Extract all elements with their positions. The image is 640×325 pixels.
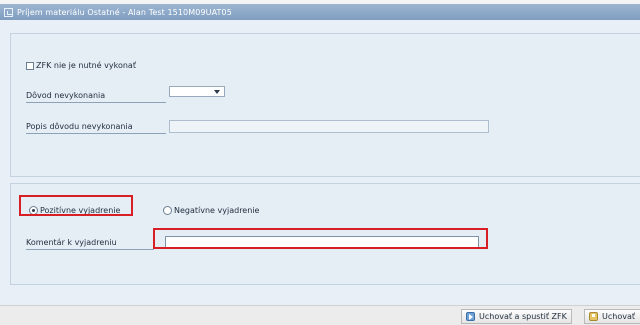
zfk-not-required-label: ZFK nie je nutné vykonať (36, 61, 136, 70)
negative-label: Negatívne vyjadrenie (174, 206, 260, 215)
negative-radio[interactable] (163, 206, 172, 215)
chevron-down-icon (214, 90, 220, 94)
comment-highlight-box (153, 228, 488, 249)
save-and-run-icon (466, 312, 475, 321)
comment-label-underline (26, 249, 154, 250)
description-label: Popis dôvodu nevykonania (26, 122, 133, 131)
zfk-skip-group: ZFK nie je nutné vykonať Dôvod nevykonan… (10, 33, 640, 177)
save-icon (589, 312, 598, 321)
reason-label-underline (26, 102, 166, 103)
comment-label: Komentár k vyjadreniu (26, 238, 117, 247)
page-content: ZFK nie je nutné vykonať Dôvod nevykonan… (0, 20, 640, 305)
zfk-not-required-checkbox[interactable] (26, 62, 34, 70)
description-label-underline (26, 133, 166, 134)
positive-highlight-box (19, 195, 133, 216)
save-and-run-zfk-button[interactable]: Uchovať a spustiť ZFK (461, 309, 572, 324)
save-button[interactable]: Uchovať (584, 309, 640, 324)
save-and-run-zfk-label: Uchovať a spustiť ZFK (479, 312, 567, 321)
window-titlebar: Príjem materiálu Ostatné - Alan Test 151… (0, 4, 640, 20)
save-label: Uchovať (602, 312, 635, 321)
window-title: Príjem materiálu Ostatné - Alan Test 151… (17, 7, 232, 17)
footer-toolbar: Uchovať a spustiť ZFK Uchovať (0, 305, 640, 325)
description-field[interactable] (169, 120, 489, 133)
reason-label: Dôvod nevykonania (26, 91, 106, 100)
window-icon (4, 7, 13, 17)
reason-dropdown[interactable] (169, 86, 225, 97)
